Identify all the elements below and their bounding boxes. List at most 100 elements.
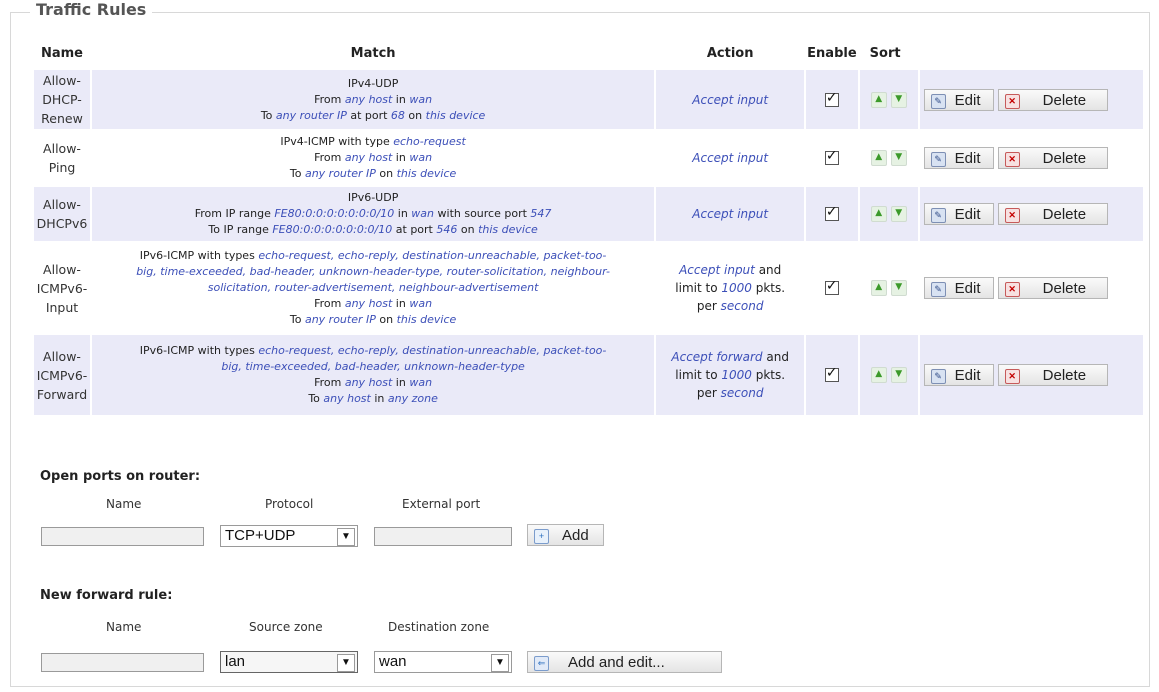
forward-rule-name-input[interactable]: [41, 653, 204, 672]
move-up-icon[interactable]: ▲: [870, 91, 887, 108]
rule-buttons: ✎ Edit ✕ Delete: [920, 243, 1143, 333]
rule-enable: [806, 70, 858, 129]
rule-match-text: IPv4-ICMP with type: [280, 135, 394, 148]
rule-match-keyword: this device: [396, 167, 457, 180]
rule-match-line: To any host in any zone: [93, 391, 653, 407]
enable-checkbox[interactable]: [824, 365, 839, 383]
rule-match-text: To IP range: [208, 223, 273, 236]
rule-action: Accept forward and limit to 1000 pkts. per…: [656, 335, 805, 415]
edit-button[interactable]: ✎ Edit: [923, 88, 994, 111]
rule-match-line: From any host in wan: [93, 92, 653, 108]
move-up-icon[interactable]: ▲: [870, 280, 887, 296]
enable-checkbox[interactable]: [824, 148, 839, 166]
move-down-icon[interactable]: ▼: [890, 206, 907, 222]
enable-checkbox[interactable]: [824, 278, 839, 296]
add-edit-icon: ⇐: [534, 656, 549, 671]
open-ports-protocol-select[interactable]: TCP+UDP ▼: [220, 525, 358, 547]
column-header-actions: [920, 38, 1143, 68]
rule-match: IPv6-UDP From IP range FE80:0:0:0:0:0:0:0…: [92, 187, 655, 241]
move-down-icon[interactable]: ▼: [890, 280, 907, 296]
move-down-icon[interactable]: ▼: [890, 367, 907, 383]
chevron-down-icon: ▼: [337, 654, 355, 672]
rule-name: Allow- Ping: [34, 131, 90, 185]
rule-match-keyword: any host: [344, 297, 393, 310]
rule-match-line: IPv6-ICMP with types echo-request, echo-…: [93, 343, 653, 359]
rule-match-text: To: [308, 392, 324, 405]
move-down-icon[interactable]: ▼: [890, 150, 907, 166]
rule-enable: [806, 187, 858, 241]
rule-match-keyword: wan: [409, 92, 433, 106]
move-up-icon[interactable]: ▲: [870, 150, 887, 166]
edit-button[interactable]: ✎ Edit: [923, 147, 994, 169]
rule-action-keyword: Accept input: [692, 151, 769, 165]
rule-match-text: in: [392, 92, 410, 106]
move-down-icon[interactable]: ▼: [890, 91, 907, 108]
rule-match-keyword: any host: [344, 376, 393, 389]
rule-name: Allow- DHCPv6: [34, 187, 90, 241]
rule-match-text: on: [375, 313, 397, 326]
open-ports-port-input[interactable]: [374, 527, 512, 546]
rule-match: IPv4-ICMP with type echo-request From any…: [92, 131, 654, 185]
rule-buttons: ✎ Edit ✕ Delete: [919, 335, 1143, 415]
source-zone-select[interactable]: lan ▼: [220, 651, 358, 673]
rule-match-keyword: echo-request, echo-reply, destination-un…: [258, 344, 607, 357]
rule-match-text: on: [404, 108, 426, 122]
rule-name-line: Allow-: [43, 348, 81, 364]
edit-button[interactable]: ✎ Edit: [923, 203, 994, 225]
delete-button[interactable]: ✕ Delete: [997, 203, 1108, 225]
rule-action-line: Accept input and: [657, 261, 803, 279]
rule-match-line: To any router IP on this device: [93, 166, 653, 182]
traffic-rules-legend: Traffic Rules: [30, 0, 153, 19]
rule-match-text: on: [457, 223, 479, 236]
forward-rule-source-label: Source zone: [249, 620, 323, 634]
table-row: Allow- Ping IPv4-ICMP with type echo-reque…: [34, 131, 1143, 185]
rule-name-line: Allow-: [43, 141, 81, 156]
delete-icon: ✕: [1004, 282, 1020, 297]
rule-match-line: From any host in wan: [93, 375, 653, 391]
rule-buttons: ✎ Edit ✕ Delete: [920, 131, 1143, 185]
edit-button[interactable]: ✎ Edit: [923, 364, 994, 386]
rule-match-text: From: [314, 92, 345, 106]
traffic-rules-table: Name Match Action Enable Sort Allow- DHCP…: [32, 36, 1145, 417]
move-up-icon[interactable]: ▲: [870, 367, 887, 383]
rule-match-text: in: [392, 297, 410, 310]
table-row: Allow- DHCPv6 IPv6-UDP From IP range FE80:0…: [34, 187, 1143, 241]
open-ports-name-input[interactable]: [41, 527, 204, 546]
open-ports-protocol-value: TCP+UDP: [225, 527, 296, 544]
delete-button[interactable]: ✕ Delete: [997, 364, 1108, 386]
rule-match-line: To any router IP at port 68 on this devi…: [93, 108, 653, 124]
rule-action-text: and: [762, 350, 789, 364]
move-up-icon[interactable]: ▲: [870, 206, 887, 222]
delete-button[interactable]: ✕ Delete: [997, 277, 1108, 299]
rule-action-keyword: second: [720, 299, 764, 313]
rule-match-keyword: this device: [425, 108, 486, 122]
enable-checkbox[interactable]: [824, 204, 839, 222]
delete-button-label: Delete: [1042, 367, 1087, 384]
enable-checkbox[interactable]: [824, 90, 839, 107]
rule-match-text: To: [289, 167, 305, 180]
rule-sort: ▲ ▼: [859, 335, 918, 415]
rule-match-line: From IP range FE80:0:0:0:0:0:0:0/10 in w…: [93, 206, 653, 222]
delete-button[interactable]: ✕ Delete: [997, 147, 1108, 169]
rule-match-line: solicitation, router-advertisement, neig…: [93, 280, 653, 296]
rule-match-keyword: FE80:0:0:0:0:0:0:0/10: [274, 207, 395, 220]
rule-match-text: on: [375, 167, 397, 180]
rule-match-line: To any router IP on this device: [93, 312, 653, 328]
delete-button[interactable]: ✕ Delete: [997, 88, 1108, 111]
forward-rule-dest-label: Destination zone: [388, 620, 490, 634]
rule-action-keyword: Accept input: [692, 207, 769, 221]
rule-match-keyword: echo-request, echo-reply, destination-un…: [258, 249, 607, 262]
rule-match-text: From: [314, 376, 345, 389]
rule-action-text: limit to: [675, 281, 722, 295]
edit-button[interactable]: ✎ Edit: [923, 277, 994, 299]
rule-name: Allow- ICMPv6- Input: [34, 243, 90, 333]
rule-match-text: To: [260, 108, 276, 122]
destination-zone-select[interactable]: wan ▼: [374, 651, 512, 673]
rule-sort: ▲ ▼: [859, 70, 918, 129]
rule-match: IPv6-ICMP with types echo-request, echo-…: [92, 335, 655, 415]
delete-button-label: Delete: [1042, 206, 1087, 223]
rule-match-line: big, time-exceeded, bad-header, unknown-…: [93, 264, 653, 280]
add-port-button[interactable]: + Add: [527, 524, 604, 546]
rule-match-keyword: 546: [436, 223, 458, 236]
add-and-edit-button[interactable]: ⇐ Add and edit...: [527, 651, 722, 673]
